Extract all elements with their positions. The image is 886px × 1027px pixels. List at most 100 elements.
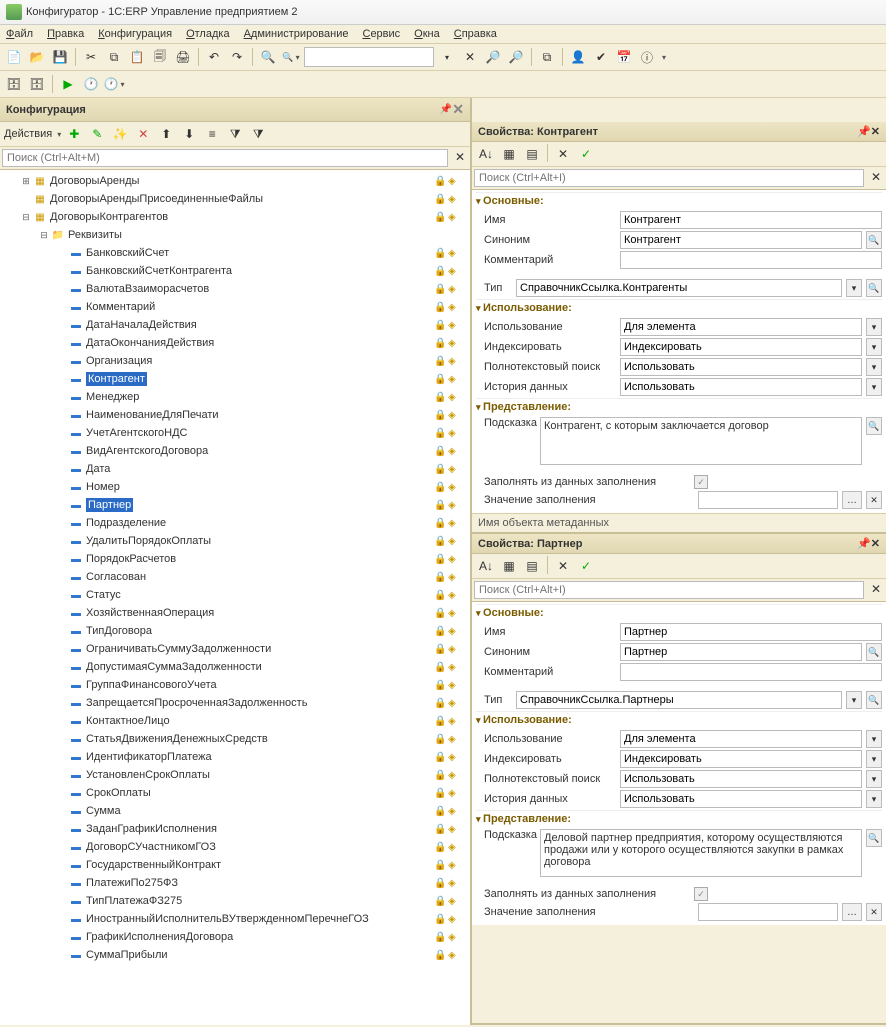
tree-item[interactable]: ▬ЗаданГрафикИсполнения🔒◈ [0, 820, 470, 838]
tree-item[interactable]: ▬УчетАгентскогоНДС🔒◈ [0, 424, 470, 442]
tree-item[interactable]: ▬ГосударственныйКонтракт🔒◈ [0, 856, 470, 874]
fillval-clear-icon[interactable]: ✕ [866, 491, 882, 509]
panel-close-icon[interactable]: ✕ [452, 101, 464, 118]
lookup-icon[interactable]: 🔍 [866, 231, 882, 249]
menu-admin[interactable]: Администрирование [244, 28, 349, 40]
expand-icon[interactable]: ▤ [522, 144, 542, 164]
section-main[interactable]: Основные: [476, 192, 882, 209]
print-icon[interactable]: 🖨 [173, 47, 193, 67]
index-dropdown2-icon[interactable]: ▾ [866, 750, 882, 768]
filter-icon[interactable]: ⧩ [225, 124, 245, 144]
categorize2-icon[interactable]: ▦ [499, 556, 519, 576]
menu-debug[interactable]: Отладка [186, 28, 230, 40]
windows-icon[interactable]: ⧉ [537, 47, 557, 67]
tree-item[interactable]: ▬ВалютаВзаиморасчетов🔒◈ [0, 280, 470, 298]
tree-item[interactable]: ▬Партнер🔒◈ [0, 496, 470, 514]
tree-item[interactable]: ▬СуммаПрибыли🔒◈ [0, 946, 470, 964]
find-icon[interactable]: 🔍 [258, 47, 278, 67]
input-hint[interactable]: Контрагент, с которым заключается догово… [540, 417, 862, 465]
debug-run-icon[interactable]: 🕐 [81, 74, 101, 94]
input-index2[interactable] [620, 750, 862, 768]
props1-search-input[interactable] [474, 169, 864, 187]
tree-item[interactable]: ⊞▦ДоговорыАренды🔒◈ [0, 172, 470, 190]
fillval-clear2-icon[interactable]: ✕ [866, 903, 882, 921]
tree-item[interactable]: ▬ИдентификаторПлатежа🔒◈ [0, 748, 470, 766]
tree-search-clear-icon[interactable]: ✕ [450, 147, 470, 167]
prev-icon[interactable]: 🔎 [506, 47, 526, 67]
cut-icon[interactable]: ✂ [81, 47, 101, 67]
input-type2[interactable] [516, 691, 842, 709]
up-icon[interactable]: ⬆ [156, 124, 176, 144]
history-dropdown2-icon[interactable]: ▾ [866, 790, 882, 808]
tree-item[interactable]: ▬СтатьяДвиженияДенежныхСредств🔒◈ [0, 730, 470, 748]
zoom-icon[interactable]: 🔍▾ [281, 47, 301, 67]
check-icon[interactable]: ✔ [591, 47, 611, 67]
input-usage2[interactable] [620, 730, 862, 748]
expand-icon[interactable]: ⊞ [20, 176, 32, 187]
tree-item[interactable]: ▬Менеджер🔒◈ [0, 388, 470, 406]
clear-search-icon[interactable]: ✕ [460, 47, 480, 67]
menu-file[interactable]: Файл [6, 28, 33, 40]
input-history2[interactable] [620, 790, 862, 808]
tree-item[interactable]: ▬НаименованиеДляПечати🔒◈ [0, 406, 470, 424]
type-dropdown2-icon[interactable]: ▾ [846, 691, 862, 709]
menu-config[interactable]: Конфигурация [98, 28, 172, 40]
tree-search-input[interactable] [2, 149, 448, 167]
input-name2[interactable] [620, 623, 882, 641]
tree-item[interactable]: ▬ЗапрещаетсяПросроченнаяЗадолженность🔒◈ [0, 694, 470, 712]
help-icon[interactable]: ⓘ [637, 47, 657, 67]
type-dropdown-icon[interactable]: ▾ [846, 279, 862, 297]
props2-close-icon[interactable]: ✕ [871, 537, 880, 550]
sort-alpha-icon[interactable]: A↓ [476, 144, 496, 164]
sort-alpha2-icon[interactable]: A↓ [476, 556, 496, 576]
expand-icon[interactable]: ⊟ [38, 230, 50, 241]
tree-item[interactable]: ▬Сумма🔒◈ [0, 802, 470, 820]
fillfrom2-checkbox[interactable]: ✓ [694, 887, 708, 901]
next-icon[interactable]: 🔎 [483, 47, 503, 67]
type-lookup2-icon[interactable]: 🔍 [866, 691, 882, 709]
history-dropdown-icon[interactable]: ▾ [866, 378, 882, 396]
panel-pin-icon[interactable]: 📌 [440, 104, 452, 115]
input-index[interactable] [620, 338, 862, 356]
filter2-icon[interactable]: ⧩ [248, 124, 268, 144]
tree-item[interactable]: ▬Согласован🔒◈ [0, 568, 470, 586]
open-icon[interactable]: 📂 [27, 47, 47, 67]
actions-dropdown-icon[interactable]: ▾ [57, 130, 61, 139]
categorize-icon[interactable]: ▦ [499, 144, 519, 164]
input-fulltext2[interactable] [620, 770, 862, 788]
input-synonym2[interactable] [620, 643, 862, 661]
section-main2[interactable]: Основные: [476, 604, 882, 621]
index-dropdown-icon[interactable]: ▾ [866, 338, 882, 356]
tree-item[interactable]: ▬ГруппаФинансовогоУчета🔒◈ [0, 676, 470, 694]
delete-icon[interactable]: ✕ [133, 124, 153, 144]
input-comment[interactable] [620, 251, 882, 269]
props1-pin-icon[interactable]: 📌 [857, 125, 871, 138]
props2-pin-icon[interactable]: 📌 [857, 537, 871, 550]
props2-search-clear-icon[interactable]: ✕ [866, 579, 886, 599]
usage-dropdown-icon[interactable]: ▾ [866, 318, 882, 336]
fulltext-dropdown2-icon[interactable]: ▾ [866, 770, 882, 788]
hint-lookup-icon[interactable]: 🔍 [866, 417, 882, 435]
section-presentation[interactable]: Представление: [476, 398, 882, 415]
tree-item[interactable]: ▬ДатаНачалаДействия🔒◈ [0, 316, 470, 334]
edit-icon[interactable]: ✎ [87, 124, 107, 144]
apply2-icon[interactable]: ✓ [576, 556, 596, 576]
section-usage[interactable]: Использование: [476, 299, 882, 316]
tree-item[interactable]: ▬ВидАгентскогоДоговора🔒◈ [0, 442, 470, 460]
lookup2-icon[interactable]: 🔍 [866, 643, 882, 661]
menu-edit[interactable]: Правка [47, 28, 84, 40]
input-fulltext[interactable] [620, 358, 862, 376]
compare-icon[interactable]: 🗐 [150, 47, 170, 67]
tree-item[interactable]: ▬ТипПлатежаФЗ275🔒◈ [0, 892, 470, 910]
tree-item[interactable]: ▬ГрафикИсполненияДоговора🔒◈ [0, 928, 470, 946]
fillfrom-checkbox[interactable]: ✓ [694, 475, 708, 489]
tree-item[interactable]: ▬ДоговорСУчастникомГОЗ🔒◈ [0, 838, 470, 856]
tree-item[interactable]: ▬УстановленСрокОплаты🔒◈ [0, 766, 470, 784]
expand-icon[interactable]: ⊟ [20, 212, 32, 223]
tree-item[interactable]: ⊟▦ДоговорыКонтрагентов🔒◈ [0, 208, 470, 226]
input-comment2[interactable] [620, 663, 882, 681]
input-history[interactable] [620, 378, 862, 396]
config-tree[interactable]: ⊞▦ДоговорыАренды🔒◈▦ДоговорыАрендыПрисоед… [0, 170, 470, 1025]
tree-item[interactable]: ▬ДатаОкончанияДействия🔒◈ [0, 334, 470, 352]
tree-item[interactable]: ▬УдалитьПорядокОплаты🔒◈ [0, 532, 470, 550]
